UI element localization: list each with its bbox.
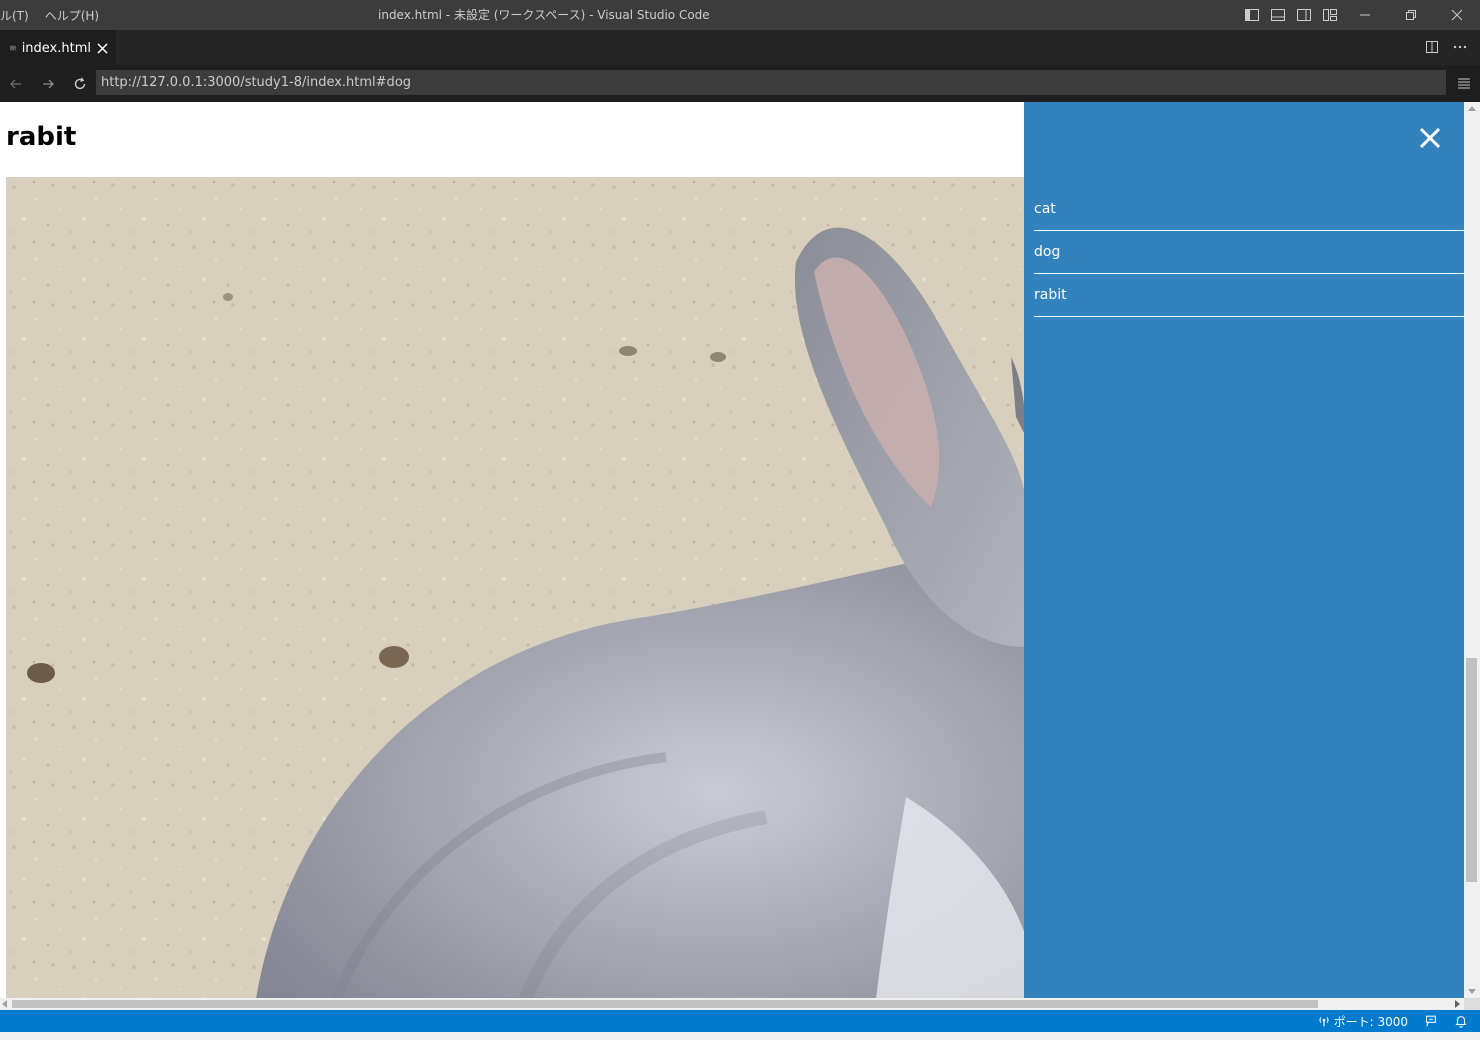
status-bar-right: ポート: 3000 bbox=[1317, 1010, 1468, 1032]
status-bar: ポート: 3000 bbox=[0, 1010, 1480, 1032]
customize-layout-icon[interactable] bbox=[1322, 7, 1338, 27]
antenna-icon bbox=[1319, 1017, 1329, 1027]
close-icon bbox=[1451, 9, 1463, 21]
menu-terminal[interactable]: ル(T) bbox=[0, 7, 37, 24]
back-button[interactable] bbox=[0, 70, 32, 98]
nav-list: cat dog rabit bbox=[1034, 188, 1464, 317]
tab-label: index.html bbox=[21, 40, 91, 56]
close-window-button[interactable] bbox=[1434, 0, 1480, 30]
arrow-right-icon bbox=[43, 79, 54, 88]
toggle-primary-sidebar-icon[interactable] bbox=[1244, 7, 1260, 27]
taskbar-edge bbox=[0, 1032, 1480, 1040]
scroll-left-icon[interactable] bbox=[2, 1000, 7, 1008]
reload-button[interactable] bbox=[64, 70, 96, 98]
preview-icon bbox=[10, 45, 16, 51]
horizontal-scroll-thumb[interactable] bbox=[12, 1000, 1318, 1008]
minimize-button[interactable] bbox=[1342, 0, 1388, 30]
url-input[interactable]: http://127.0.0.1:3000/study1-8/index.htm… bbox=[96, 70, 1446, 95]
more-actions-icon[interactable] bbox=[1452, 39, 1468, 59]
menu-bar: ル(T) ヘルプ(H) bbox=[0, 0, 107, 30]
tab-index-html[interactable]: index.html bbox=[0, 30, 116, 65]
simple-browser-toolbar: http://127.0.0.1:3000/study1-8/index.htm… bbox=[0, 65, 1480, 102]
rabbit-photo bbox=[6, 177, 1026, 998]
scroll-up-icon[interactable] bbox=[1468, 106, 1476, 111]
web-page-viewport: rabit cat dog rabit bbox=[0, 102, 1464, 998]
title-bar: ル(T) ヘルプ(H) index.html - 未設定 (ワークスペース) -… bbox=[0, 0, 1480, 30]
arrow-left-icon bbox=[10, 79, 21, 88]
scrollbar-corner bbox=[1464, 998, 1480, 1010]
forwarded-port-status[interactable]: ポート: 3000 bbox=[1317, 1013, 1408, 1030]
editor-tab-bar: index.html bbox=[0, 30, 1480, 65]
close-nav-button[interactable] bbox=[1418, 126, 1442, 150]
minimize-icon bbox=[1360, 14, 1370, 16]
restore-button[interactable] bbox=[1388, 0, 1434, 30]
scroll-right-icon[interactable] bbox=[1455, 1000, 1460, 1008]
window-controls bbox=[1342, 0, 1480, 30]
close-tab-button[interactable] bbox=[97, 41, 108, 55]
forward-button[interactable] bbox=[32, 70, 64, 98]
browser-menu-button[interactable] bbox=[1456, 75, 1472, 91]
notifications-status[interactable] bbox=[1454, 1014, 1468, 1028]
bell-icon bbox=[1455, 1016, 1467, 1028]
vertical-scrollbar[interactable] bbox=[1464, 102, 1480, 998]
close-icon bbox=[1419, 127, 1441, 149]
vertical-scroll-thumb[interactable] bbox=[1466, 658, 1477, 882]
refresh-icon bbox=[74, 76, 86, 89]
window-title: index.html - 未設定 (ワークスペース) - Visual Stud… bbox=[378, 8, 710, 22]
restore-icon bbox=[1406, 10, 1416, 20]
nav-item-cat[interactable]: cat bbox=[1034, 188, 1464, 231]
split-editor-icon[interactable] bbox=[1424, 39, 1440, 59]
toggle-panel-icon[interactable] bbox=[1270, 7, 1286, 27]
scroll-down-icon[interactable] bbox=[1468, 989, 1476, 994]
side-navigation: cat dog rabit bbox=[1024, 102, 1464, 998]
page-heading: rabit bbox=[6, 122, 77, 152]
hamburger-icon bbox=[1458, 78, 1470, 89]
toggle-secondary-sidebar-icon[interactable] bbox=[1296, 7, 1312, 27]
horizontal-scrollbar[interactable] bbox=[0, 998, 1464, 1010]
feedback-icon bbox=[1426, 1015, 1436, 1027]
nav-item-rabit[interactable]: rabit bbox=[1034, 274, 1464, 317]
layout-controls bbox=[1244, 7, 1338, 27]
close-icon bbox=[97, 42, 108, 54]
port-label: ポート: 3000 bbox=[1333, 1014, 1408, 1029]
tab-actions bbox=[1424, 39, 1468, 59]
nav-item-dog[interactable]: dog bbox=[1034, 231, 1464, 274]
menu-help[interactable]: ヘルプ(H) bbox=[37, 7, 107, 24]
live-share-status[interactable] bbox=[1424, 1014, 1438, 1028]
